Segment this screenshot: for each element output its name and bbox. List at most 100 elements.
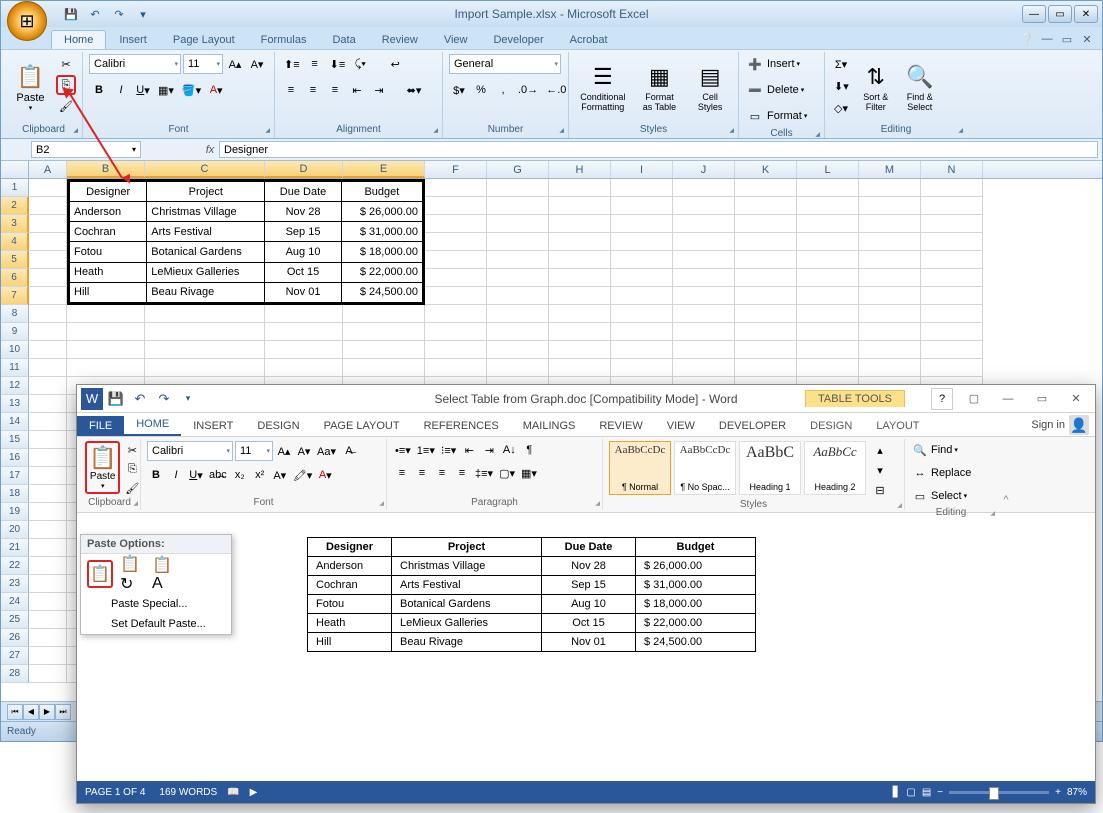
table-cell[interactable]: Christmas Village bbox=[147, 202, 265, 222]
cell-D9[interactable] bbox=[265, 323, 343, 341]
paste-special-item[interactable]: Paste Special... bbox=[81, 594, 231, 614]
cell-J1[interactable] bbox=[673, 179, 735, 197]
word-tab-developer[interactable]: DEVELOPER bbox=[707, 416, 798, 436]
col-header-G[interactable]: G bbox=[487, 161, 549, 178]
tab-review[interactable]: Review bbox=[369, 30, 431, 49]
col-header-H[interactable]: H bbox=[549, 161, 611, 178]
style-heading 2[interactable]: AaBbCcHeading 2 bbox=[804, 441, 866, 495]
show-marks-icon[interactable]: ¶ bbox=[520, 441, 538, 459]
cell-N4[interactable] bbox=[921, 233, 983, 251]
cell-E10[interactable] bbox=[343, 341, 425, 359]
cell-E11[interactable] bbox=[343, 359, 425, 377]
cell-A10[interactable] bbox=[29, 341, 67, 359]
cell-M7[interactable] bbox=[859, 287, 921, 305]
cells-delete-icon[interactable]: ➖ bbox=[745, 80, 765, 100]
name-box[interactable]: B2▾ bbox=[31, 141, 141, 158]
cell-F4[interactable] bbox=[425, 233, 487, 251]
sheet-nav-first-icon[interactable]: ⏮ bbox=[7, 704, 23, 720]
cell-C10[interactable] bbox=[145, 341, 265, 359]
cell-D11[interactable] bbox=[265, 359, 343, 377]
conditional-formatting-button[interactable]: ☰Conditional Formatting bbox=[575, 54, 631, 120]
cell-N3[interactable] bbox=[921, 215, 983, 233]
cell-M6[interactable] bbox=[859, 269, 921, 287]
cell-N9[interactable] bbox=[921, 323, 983, 341]
shading-icon[interactable]: ▢▾ bbox=[497, 464, 517, 482]
word-table-cell[interactable]: Botanical Gardens bbox=[392, 595, 542, 614]
table-cell[interactable]: Aug 10 bbox=[265, 242, 342, 262]
word-text-effects-icon[interactable]: A▾ bbox=[271, 466, 289, 484]
set-default-paste-item[interactable]: Set Default Paste... bbox=[81, 614, 231, 634]
row-header-7[interactable]: 7 bbox=[1, 287, 29, 305]
cell-L7[interactable] bbox=[797, 287, 859, 305]
cell-F6[interactable] bbox=[425, 269, 487, 287]
word-tab-references[interactable]: REFERENCES bbox=[412, 416, 511, 436]
table-header[interactable]: Budget bbox=[341, 182, 422, 202]
word-italic-button[interactable]: I bbox=[167, 466, 185, 484]
cell-A18[interactable] bbox=[29, 485, 67, 503]
tab-insert[interactable]: Insert bbox=[106, 30, 160, 49]
sort-para-icon[interactable]: A↓ bbox=[500, 441, 518, 459]
word-table-cell[interactable]: Beau Rivage bbox=[392, 633, 542, 652]
cell-L2[interactable] bbox=[797, 197, 859, 215]
cell-G4[interactable] bbox=[487, 233, 549, 251]
word-qat-undo-icon[interactable]: ↶ bbox=[129, 388, 151, 410]
underline-button[interactable]: U▾ bbox=[133, 80, 153, 100]
align-right-icon[interactable]: ≡ bbox=[325, 80, 345, 100]
row-header-13[interactable]: 13 bbox=[1, 395, 29, 413]
cell-H11[interactable] bbox=[549, 359, 611, 377]
cell-I3[interactable] bbox=[611, 215, 673, 233]
cell-J4[interactable] bbox=[673, 233, 735, 251]
word-table-cell[interactable]: Anderson bbox=[308, 557, 392, 576]
cell-I5[interactable] bbox=[611, 251, 673, 269]
cell-M8[interactable] bbox=[859, 305, 921, 323]
cell-G6[interactable] bbox=[487, 269, 549, 287]
ribbon-options-icon[interactable]: ▢ bbox=[957, 388, 991, 410]
find-select-button[interactable]: 🔍Find & Select bbox=[900, 54, 940, 120]
cell-D8[interactable] bbox=[265, 305, 343, 323]
selected-data-range[interactable]: DesignerProjectDue DateBudgetAndersonChr… bbox=[67, 179, 425, 305]
table-cell[interactable]: Beau Rivage bbox=[147, 282, 265, 302]
word-table-cell[interactable]: $ 26,000.00 bbox=[636, 557, 756, 576]
table-cell[interactable]: $ 22,000.00 bbox=[341, 262, 422, 282]
row-header-11[interactable]: 11 bbox=[1, 359, 29, 377]
row-header-20[interactable]: 20 bbox=[1, 521, 29, 539]
cell-J3[interactable] bbox=[673, 215, 735, 233]
align-top-icon[interactable]: ⬆≡ bbox=[281, 54, 303, 74]
cell-G2[interactable] bbox=[487, 197, 549, 215]
cell-A6[interactable] bbox=[29, 269, 67, 287]
word-tab-mailings[interactable]: MAILINGS bbox=[511, 416, 588, 436]
styles-more-icon[interactable]: ⊟ bbox=[871, 481, 889, 499]
cell-A28[interactable] bbox=[29, 665, 67, 683]
office-button[interactable]: ⊞ bbox=[7, 1, 47, 41]
cell-A4[interactable] bbox=[29, 233, 67, 251]
word-select-icon[interactable]: ▭ bbox=[911, 487, 929, 505]
word-superscript-button[interactable]: x² bbox=[251, 466, 269, 484]
cell-A21[interactable] bbox=[29, 539, 67, 557]
cell-G8[interactable] bbox=[487, 305, 549, 323]
doc-close-icon[interactable]: ✕ bbox=[1078, 31, 1096, 47]
row-header-5[interactable]: 5 bbox=[1, 251, 29, 269]
cell-N10[interactable] bbox=[921, 341, 983, 359]
cells-insert-icon[interactable]: ➕ bbox=[745, 54, 765, 74]
word-justify-icon[interactable]: ≡ bbox=[453, 464, 471, 482]
select-all-corner[interactable] bbox=[1, 161, 29, 178]
cell-L4[interactable] bbox=[797, 233, 859, 251]
styles-scroll-down-icon[interactable]: ▾ bbox=[871, 461, 889, 479]
cell-M2[interactable] bbox=[859, 197, 921, 215]
styles-scroll-up-icon[interactable]: ▴ bbox=[871, 441, 889, 459]
tab-home[interactable]: Home bbox=[51, 30, 106, 49]
cell-G5[interactable] bbox=[487, 251, 549, 269]
cell-L11[interactable] bbox=[797, 359, 859, 377]
row-header-22[interactable]: 22 bbox=[1, 557, 29, 575]
word-table-cell[interactable]: Arts Festival bbox=[392, 576, 542, 595]
row-header-17[interactable]: 17 bbox=[1, 467, 29, 485]
row-header-21[interactable]: 21 bbox=[1, 539, 29, 557]
cell-I1[interactable] bbox=[611, 179, 673, 197]
cell-G1[interactable] bbox=[487, 179, 549, 197]
word-tab-insert[interactable]: INSERT bbox=[181, 416, 245, 436]
table-cell[interactable]: Botanical Gardens bbox=[147, 242, 265, 262]
word-tab-view[interactable]: VIEW bbox=[655, 416, 707, 436]
font-size-combo[interactable]: 11▾ bbox=[183, 54, 223, 74]
word-table-cell[interactable]: Nov 01 bbox=[542, 633, 636, 652]
table-cell[interactable]: Arts Festival bbox=[147, 222, 265, 242]
